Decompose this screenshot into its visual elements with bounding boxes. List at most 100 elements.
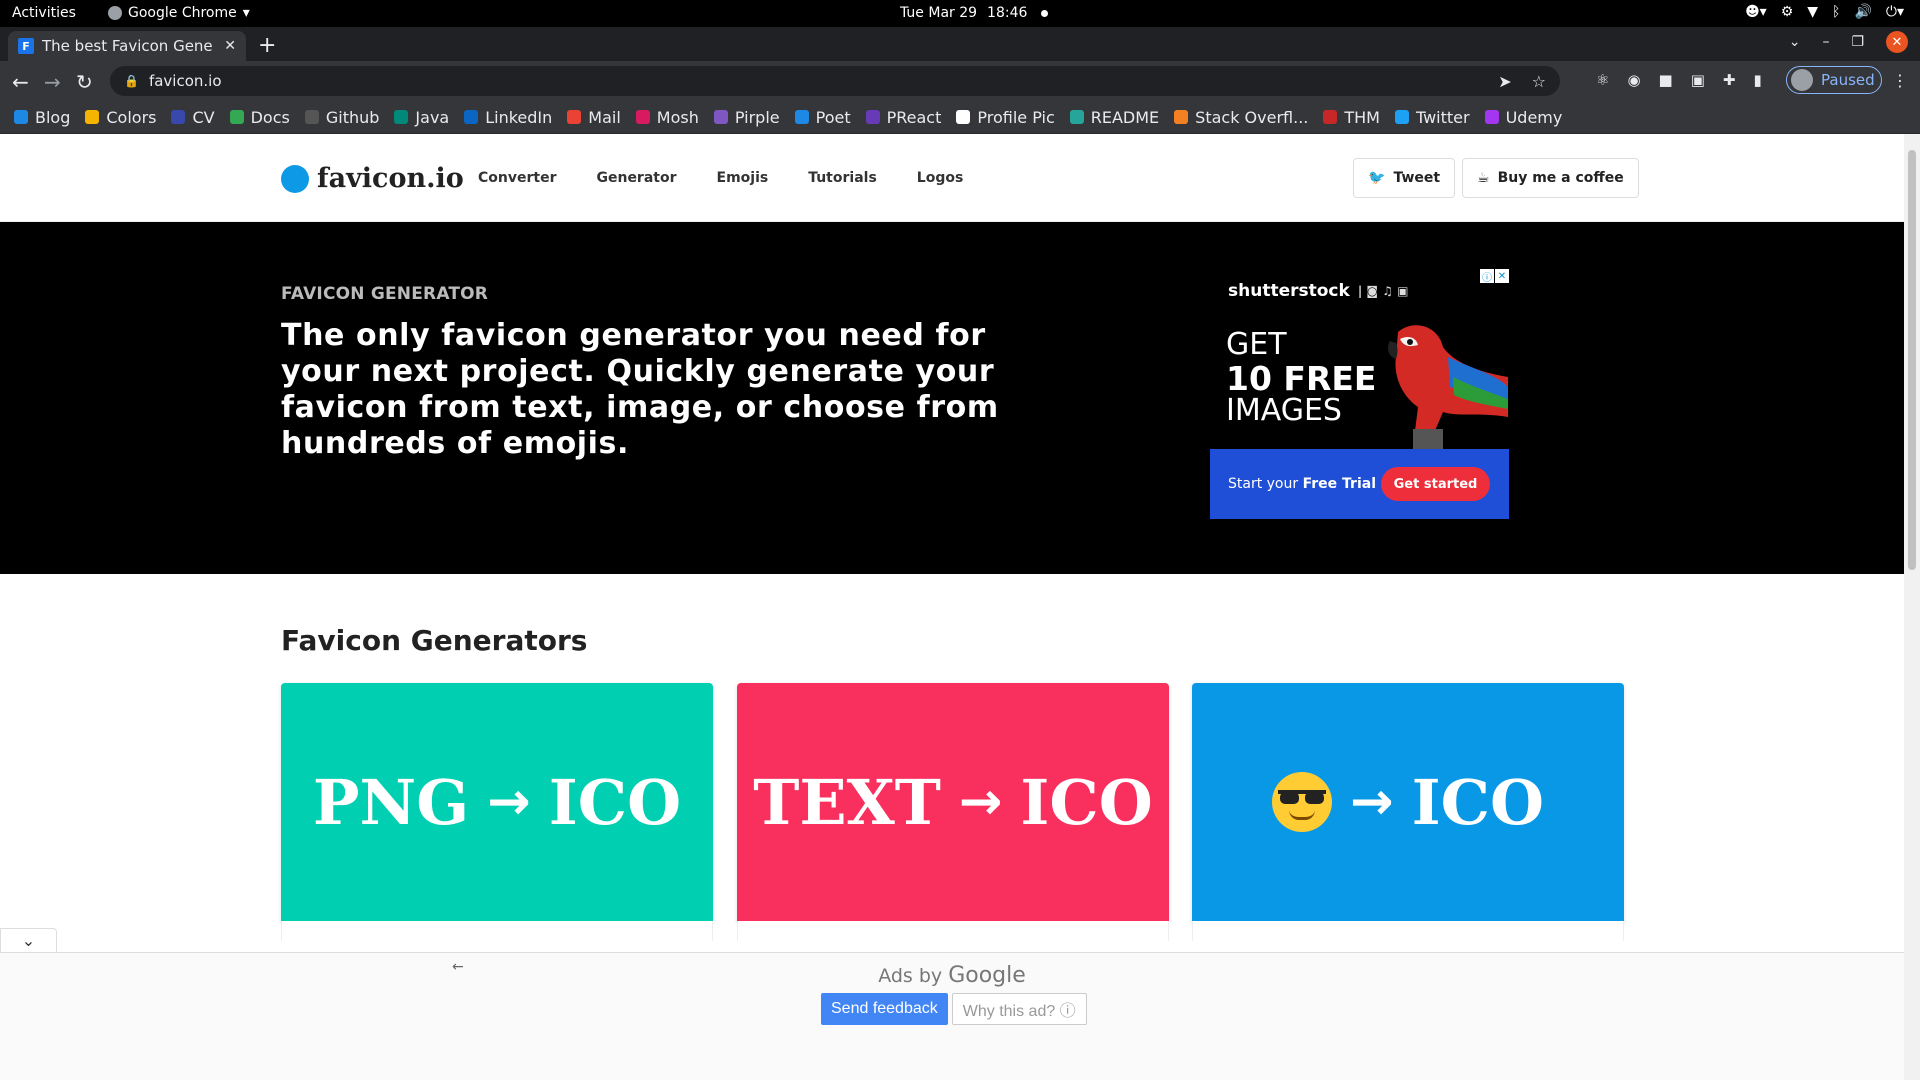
bookmark-item[interactable]: Java: [394, 108, 449, 127]
bookmark-item[interactable]: Profile Pic: [956, 108, 1055, 127]
forward-icon[interactable]: →: [44, 70, 61, 94]
section-title: Favicon Generators: [281, 624, 588, 657]
minimize-icon[interactable]: –: [1822, 34, 1829, 50]
send-tab-icon[interactable]: ➤: [1498, 72, 1511, 91]
puzzle-icon[interactable]: ✚: [1723, 71, 1736, 89]
ad-line-images: IMAGES: [1226, 393, 1342, 428]
reload-icon[interactable]: ↻: [76, 70, 93, 94]
shutterstock-ad[interactable]: shutterstock | ◙ ♫ ▣ ⓘ ✕ GET 10 FREE IMA…: [1210, 269, 1509, 519]
nav-tutorials[interactable]: Tutorials: [808, 170, 877, 186]
chrome-icon: [108, 6, 122, 20]
bookmark-item[interactable]: Stack Overfl...: [1174, 108, 1308, 127]
address-bar[interactable]: 🔒 favicon.io ➤ ☆: [110, 66, 1560, 96]
nav-generator[interactable]: Generator: [596, 170, 676, 186]
site-logo[interactable]: favicon.io: [281, 163, 464, 194]
adchoices-close-icon[interactable]: ✕: [1495, 269, 1509, 283]
bookmark-item[interactable]: Github: [304, 108, 379, 127]
browser-tab-active[interactable]: F The best Favicon Gene ✕: [8, 31, 246, 61]
why-this-ad-button[interactable]: Why this ad? ⓘ: [951, 993, 1087, 1025]
emoji-to-ico-card[interactable]: → ICO: [1192, 683, 1624, 923]
system-tray[interactable]: ☻▾ ⚙ ▼ ᛒ 🔊 ⏻▾: [1745, 4, 1904, 20]
new-tab-button[interactable]: +: [258, 33, 276, 58]
bookmark-item[interactable]: CV: [171, 108, 215, 127]
bookmark-label: PReact: [886, 107, 942, 127]
clock-time: 18:46: [987, 5, 1028, 21]
app-menu[interactable]: Google Chrome ▾: [108, 5, 250, 21]
side-panel-icon[interactable]: ▮: [1754, 71, 1762, 89]
send-feedback-button[interactable]: Send feedback: [821, 993, 948, 1025]
tweet-button[interactable]: 🐦 Tweet: [1353, 158, 1456, 198]
bookmarks-bar: Blog Colors CV Docs Github Java LinkedIn Mail Mo…: [0, 101, 1920, 134]
profile-button[interactable]: Paused: [1786, 66, 1882, 94]
volume-icon: 🔊: [1854, 4, 1872, 20]
bookmark-label: README: [1090, 107, 1160, 127]
bookmark-item[interactable]: Colors: [85, 108, 156, 127]
bookmark-star-icon[interactable]: ☆: [1532, 72, 1546, 91]
ads-by-text: Ads by: [878, 965, 943, 987]
bookmark-item[interactable]: README: [1069, 107, 1160, 127]
card-body: [281, 921, 713, 941]
activities-button[interactable]: Activities: [12, 5, 76, 21]
twitter-bird-icon: 🐦: [1368, 170, 1386, 186]
bookmark-label: THM: [1344, 107, 1380, 127]
card-from-label: TEXT: [753, 765, 941, 839]
close-tab-icon[interactable]: ✕: [224, 38, 236, 54]
bookmark-item[interactable]: Mosh: [635, 108, 699, 127]
bookmark-label: Blog: [35, 107, 71, 127]
tab-search-icon[interactable]: ⌄: [1789, 34, 1801, 50]
ad-get-started-button[interactable]: Get started: [1381, 467, 1490, 501]
bookmark-favicon-icon: [1174, 110, 1189, 124]
close-window-icon[interactable]: ✕: [1886, 31, 1908, 53]
buy-me-a-coffee-button[interactable]: ☕ Buy me a coffee: [1462, 158, 1639, 198]
bookmark-item[interactable]: Mail: [567, 108, 621, 127]
bookmark-favicon-icon: [794, 110, 809, 124]
lock-icon[interactable]: 🔒: [124, 74, 139, 88]
chevron-down-icon: ▾: [242, 5, 250, 21]
bookmark-label: Twitter: [1415, 107, 1470, 127]
indicator-icon: ☻▾: [1745, 4, 1767, 20]
bookmark-item[interactable]: Udemy: [1484, 108, 1562, 127]
extension-blue-icon[interactable]: ■: [1659, 71, 1673, 89]
nav-logos[interactable]: Logos: [917, 170, 964, 186]
bookmark-item[interactable]: Blog: [14, 108, 70, 127]
card-body: [1192, 921, 1624, 941]
hero-headline: The only favicon generator you need for …: [281, 318, 999, 461]
png-to-ico-card[interactable]: PNG → ICO: [281, 683, 713, 923]
scrollbar-thumb[interactable]: [1908, 150, 1916, 570]
adchoices[interactable]: ⓘ ✕: [1479, 269, 1509, 284]
hero-eyebrow: FAVICON GENERATOR: [281, 284, 489, 304]
bookmark-item[interactable]: Docs: [229, 108, 290, 127]
back-icon[interactable]: ←: [12, 70, 29, 94]
bookmark-label: Colors: [106, 107, 157, 127]
clock-date: Tue Mar 29: [900, 5, 978, 21]
extensions-area: ⚛ ◉ ■ ▣ ✚ ▮: [1596, 71, 1762, 89]
bookmark-item[interactable]: PReact: [865, 107, 942, 127]
browser-toolbar: ← → ↻ 🔒 favicon.io ➤ ☆ ⚛ ◉ ■ ▣ ✚ ▮ Pause…: [0, 61, 1920, 101]
recording-dot-icon: [1041, 9, 1049, 17]
nav-emojis[interactable]: Emojis: [717, 170, 769, 186]
extension-badge-icon[interactable]: ▣: [1691, 71, 1705, 89]
kebab-menu-icon[interactable]: ⋮: [1892, 71, 1908, 90]
bookmark-item[interactable]: Pirple: [713, 108, 780, 127]
bookmark-favicon-icon: [14, 110, 28, 124]
extension-circle-icon[interactable]: ◉: [1627, 71, 1640, 89]
system-top-bar: Activities Google Chrome ▾ Tue Mar 29 18…: [0, 0, 1920, 27]
text-to-ico-card[interactable]: TEXT → ICO: [737, 683, 1169, 923]
bookmark-favicon-icon: [394, 110, 409, 124]
clock[interactable]: Tue Mar 29 18:46: [900, 5, 1049, 21]
bookmark-item[interactable]: THM: [1323, 108, 1380, 127]
tab-title: The best Favicon Gene: [42, 37, 213, 55]
nav-converter[interactable]: Converter: [478, 170, 556, 186]
page-scrollbar[interactable]: [1904, 134, 1920, 1080]
bookmark-item[interactable]: Poet: [794, 108, 851, 127]
maximize-icon[interactable]: ❐: [1851, 34, 1864, 50]
bookmark-label: Stack Overfl...: [1195, 107, 1309, 127]
react-devtools-icon[interactable]: ⚛: [1596, 71, 1609, 89]
adchoices-info-icon[interactable]: ⓘ: [1480, 269, 1494, 284]
bookmark-item[interactable]: LinkedIn: [464, 108, 552, 127]
bookmark-item[interactable]: Twitter: [1394, 107, 1470, 127]
card-face: PNG → ICO: [281, 683, 713, 921]
collapse-ad-button[interactable]: ⌄: [0, 928, 57, 952]
camera-music-video-icons: | ◙ ♫ ▣: [1357, 284, 1409, 298]
bookmark-favicon-icon: [1323, 110, 1338, 124]
